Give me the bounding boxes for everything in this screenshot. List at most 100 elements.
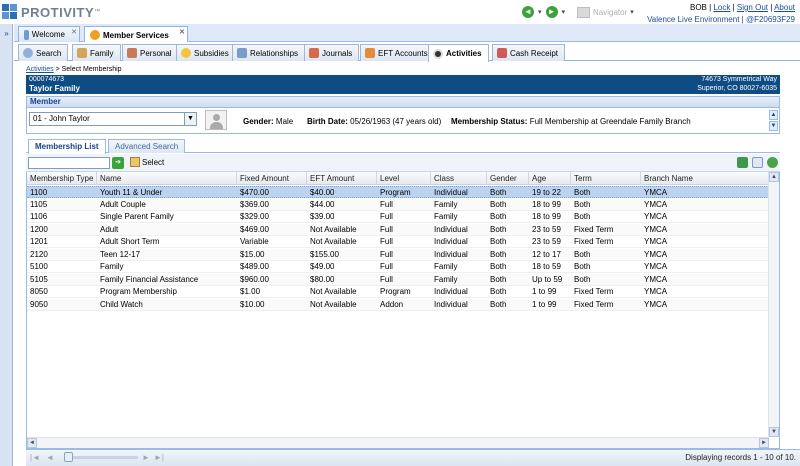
cell-branch-name: YMCA — [644, 237, 668, 246]
address-line-2: Superior, CO 80027-6035 — [697, 85, 777, 92]
relationships-icon — [237, 48, 247, 58]
membership-search-input[interactable] — [28, 157, 110, 169]
table-row[interactable]: 1201 Adult Short Term Variable Not Availabl… — [27, 236, 769, 248]
tab-membership-list[interactable]: Membership List — [28, 139, 106, 154]
table-row[interactable]: 1106 Single Parent Family $329.00 $39.00 Ful… — [27, 211, 769, 223]
next-page-icon[interactable]: ► — [142, 453, 150, 462]
cell-membership-type: 1105 — [30, 199, 48, 209]
member-select[interactable]: 01 - John Taylor ▼ — [29, 112, 197, 126]
cell-membership-type: 1200 — [30, 224, 48, 234]
page-slider[interactable] — [64, 452, 138, 462]
avatar — [205, 110, 227, 130]
scroll-right-icon[interactable]: ► — [759, 438, 769, 448]
forward-arrow-icon[interactable]: ► — [545, 6, 558, 18]
cell-branch-name: YMCA — [644, 274, 668, 284]
last-page-icon[interactable]: ►| — [154, 453, 164, 462]
first-page-icon[interactable]: |◄ — [30, 453, 40, 462]
cell-name: Youth 11 & Under — [100, 188, 163, 197]
tab-advanced-search[interactable]: Advanced Search — [108, 139, 186, 153]
tab-relationships-label: Relationships — [250, 48, 299, 58]
columns-icon[interactable] — [752, 157, 763, 168]
close-icon[interactable]: ✕ — [71, 28, 77, 36]
column-header-branch-name[interactable]: Branch Name — [641, 172, 769, 185]
scroll-down-icon[interactable]: ▼ — [769, 427, 779, 437]
tab-journals[interactable]: Journals — [304, 44, 360, 61]
column-header-name[interactable]: Name — [97, 172, 237, 185]
select-button[interactable]: Select — [130, 157, 164, 167]
birth-date-label: Birth Date: — [307, 117, 348, 126]
forward-dropdown-icon[interactable]: ▾ — [562, 8, 566, 16]
tab-cash-receipt[interactable]: Cash Receipt — [492, 44, 566, 61]
gender-label: Gender: — [243, 117, 274, 126]
navigator-icon — [577, 6, 591, 18]
cell-level: Full — [380, 249, 393, 259]
horizontal-scrollbar[interactable]: ◄ ► — [27, 437, 769, 448]
select-icon — [130, 157, 140, 167]
tab-search[interactable]: Search — [18, 44, 69, 61]
column-header-fixed-amount[interactable]: Fixed Amount — [237, 172, 307, 185]
navigator-dropdown-icon: ▾ — [630, 9, 634, 16]
tab-family[interactable]: Family — [72, 44, 121, 61]
table-row[interactable]: 9050 Child Watch $10.00 Not Available Addon I… — [27, 298, 769, 311]
cell-class: Individual — [434, 188, 468, 197]
refresh-icon[interactable] — [767, 157, 778, 168]
expand-panel-icon[interactable]: » — [1, 28, 12, 39]
table-row[interactable]: 8050 Program Membership $1.00 Not Available… — [27, 286, 769, 298]
navigator-button[interactable]: Navigator ▾ — [577, 6, 634, 18]
cell-fixed-amount: $1.00 — [240, 287, 261, 296]
cell-membership-type: 5100 — [30, 262, 48, 271]
member-panel-title: Member — [26, 96, 780, 108]
go-arrow-icon[interactable]: ➔ — [112, 157, 124, 169]
cell-fixed-amount: $469.00 — [240, 224, 269, 234]
column-header-age[interactable]: Age — [529, 172, 571, 185]
table-row[interactable]: 5100 Family $489.00 $49.00 Full Family Both 18 … — [27, 261, 769, 273]
column-header-class[interactable]: Class — [431, 172, 487, 185]
tab-member-services[interactable]: Member Services ✕ — [84, 26, 188, 43]
cell-fixed-amount: $15.00 — [240, 249, 265, 259]
tab-personal[interactable]: Personal — [122, 44, 179, 61]
table-row[interactable]: 2120 Teen 12-17 $15.00 $155.00 Full Individua… — [27, 248, 769, 261]
table-row[interactable]: 1105 Adult Couple $369.00 $44.00 Full Family B… — [27, 198, 769, 211]
breadcrumb-activities-link[interactable]: Activities — [26, 66, 54, 73]
table-row[interactable]: 5105 Family Financial Assistance $960.00 $8… — [27, 273, 769, 286]
back-arrow-icon[interactable]: ◄ — [522, 6, 534, 18]
close-icon[interactable]: ✕ — [179, 28, 185, 36]
scroll-up-icon[interactable]: ▲ — [769, 172, 779, 182]
cell-branch-name: YMCA — [644, 199, 668, 209]
scroll-left-icon[interactable]: ◄ — [27, 438, 37, 448]
cell-membership-type: 1201 — [30, 237, 48, 246]
membership-status-label: Membership Status: — [451, 117, 528, 126]
table-row[interactable]: 1200 Adult $469.00 Not Available Full Individ… — [27, 223, 769, 236]
scroll-down-icon[interactable]: ▼ — [769, 121, 778, 131]
tab-relationships[interactable]: Relationships — [232, 44, 306, 61]
about-link[interactable]: About — [774, 3, 795, 12]
cell-branch-name: YMCA — [644, 287, 668, 296]
cell-term: Both — [574, 262, 591, 271]
tab-subsidies[interactable]: Subsidies — [176, 44, 236, 61]
scroll-up-icon[interactable]: ▲ — [769, 110, 778, 120]
cell-eft-amount: $49.00 — [310, 262, 335, 271]
chevron-down-icon[interactable]: ▼ — [184, 113, 196, 125]
lock-link[interactable]: Lock — [713, 3, 730, 12]
column-header-gender[interactable]: Gender — [487, 172, 529, 185]
tab-activities[interactable]: Activities — [428, 44, 489, 62]
column-header-eft-amount[interactable]: EFT Amount — [307, 172, 377, 185]
previous-page-icon[interactable]: ◄ — [46, 453, 54, 462]
vertical-scrollbar[interactable]: ▲ ▼ — [768, 172, 779, 437]
gender-value: Male — [275, 117, 294, 126]
excel-export-icon[interactable] — [737, 157, 748, 168]
column-header-term[interactable]: Term — [571, 172, 641, 185]
cell-level: Program — [380, 287, 411, 296]
tab-eft-accounts[interactable]: EFT Accounts — [360, 44, 435, 61]
tab-welcome[interactable]: Welcome ✕ — [18, 26, 80, 42]
cell-class: Individual — [434, 287, 468, 296]
sign-out-link[interactable]: Sign Out — [737, 3, 768, 12]
logo-mark-icon — [2, 4, 18, 20]
back-dropdown-icon[interactable]: ▾ — [538, 8, 542, 16]
build-label: @F20693F29 — [745, 15, 795, 24]
column-header-membership-type[interactable]: Membership Type — [27, 172, 97, 185]
table-row[interactable]: 1100 Youth 11 & Under $470.00 $40.00 Program… — [27, 186, 769, 198]
page-slider-thumb[interactable] — [64, 452, 73, 462]
column-header-level[interactable]: Level — [377, 172, 431, 185]
cell-membership-type: 9050 — [30, 299, 48, 309]
